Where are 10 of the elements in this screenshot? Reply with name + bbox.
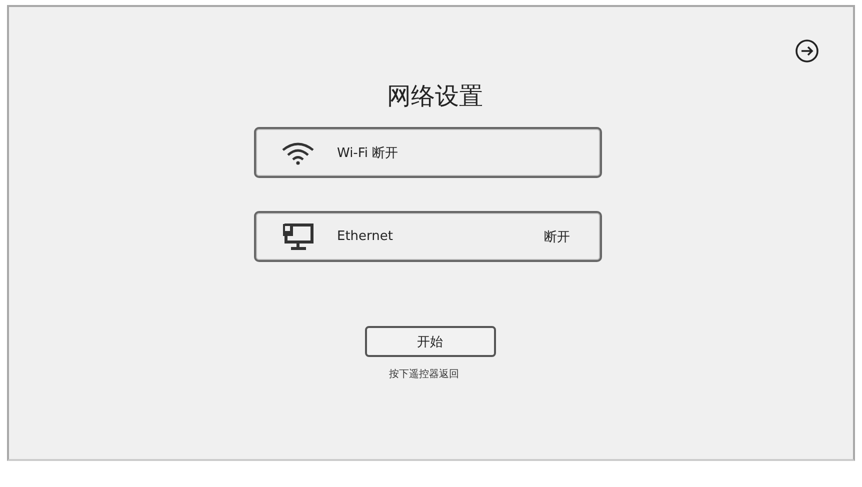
- network-label: Ethernet: [337, 229, 393, 244]
- wifi-icon: [281, 140, 315, 164]
- network-item[interactable]: Ethernet 断开: [254, 211, 602, 262]
- network-status: 断开: [544, 228, 570, 246]
- monitor-icon: [281, 222, 315, 250]
- network-label: Wi-Fi 断开: [337, 144, 398, 162]
- network-item[interactable]: Wi-Fi 断开: [254, 127, 602, 178]
- page-title: 网络设置: [387, 81, 483, 112]
- start-button[interactable]: 开始: [364, 326, 496, 357]
- hint-text: 按下遥控器返回: [389, 368, 459, 381]
